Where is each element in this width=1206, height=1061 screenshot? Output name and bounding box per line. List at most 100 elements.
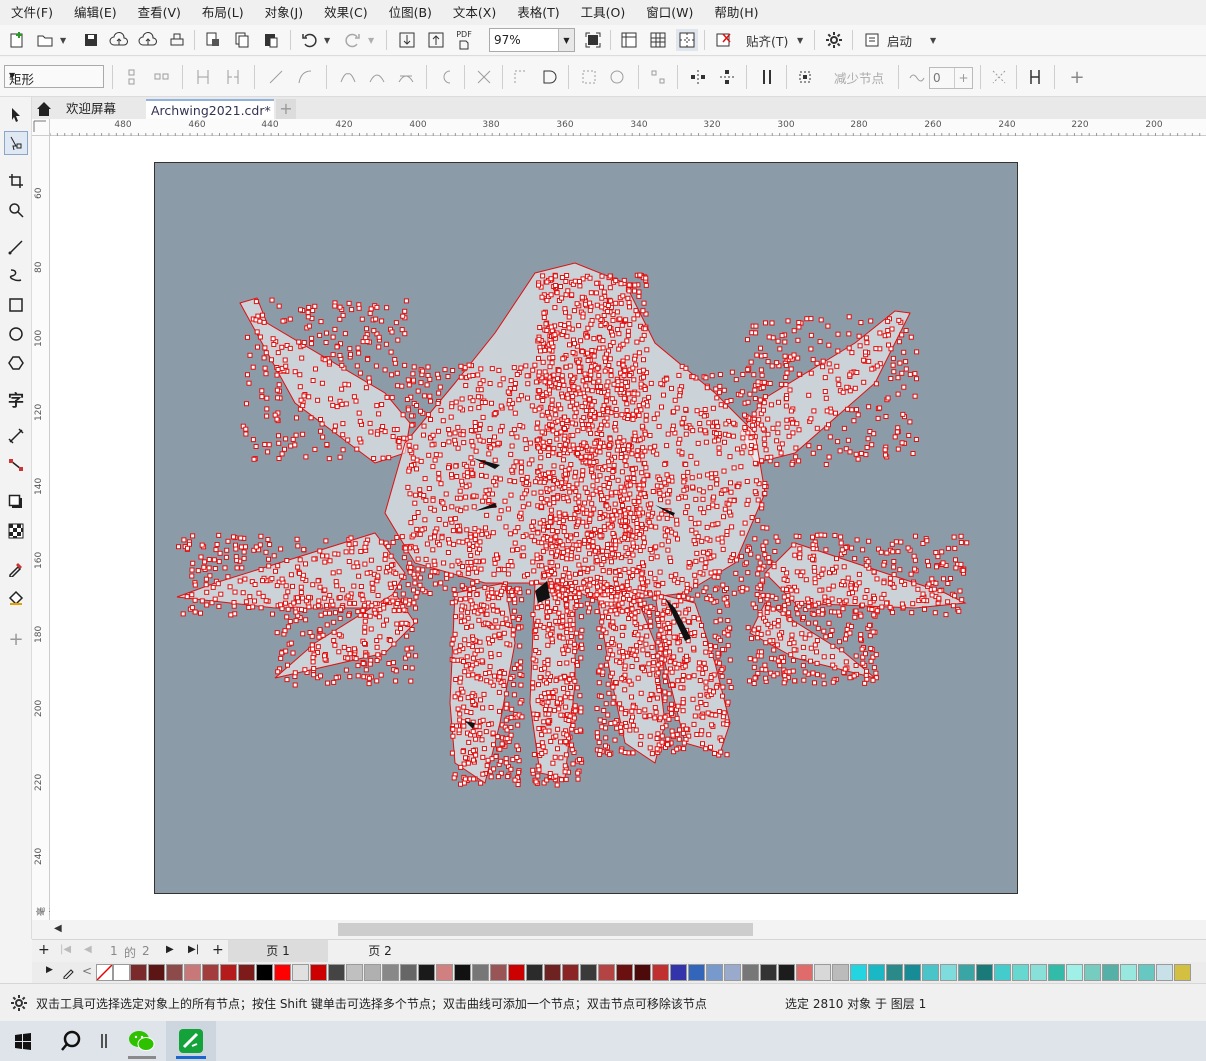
color-swatch[interactable] bbox=[1156, 964, 1173, 981]
color-swatch[interactable] bbox=[238, 964, 255, 981]
import-icon[interactable] bbox=[202, 29, 224, 51]
mirror-vertical-icon[interactable] bbox=[716, 66, 738, 88]
snap-chevron-down-icon[interactable]: ▼ bbox=[797, 36, 803, 45]
menu-layout[interactable]: 布局(L) bbox=[191, 0, 254, 25]
elastic-mode-icon[interactable] bbox=[756, 66, 778, 88]
transparency-tool-icon[interactable] bbox=[4, 519, 28, 543]
connector-tool-icon[interactable] bbox=[4, 453, 28, 477]
insert-page-before-icon[interactable]: + bbox=[38, 942, 50, 958]
ruler-origin-icon[interactable] bbox=[32, 119, 50, 136]
color-swatch[interactable] bbox=[670, 964, 687, 981]
horizontal-scrollbar[interactable]: ◀ bbox=[50, 920, 1206, 939]
extend-curve-icon[interactable] bbox=[473, 66, 495, 88]
polygon-tool-icon[interactable] bbox=[4, 351, 28, 375]
color-swatch[interactable] bbox=[760, 964, 777, 981]
color-swatch[interactable] bbox=[850, 964, 867, 981]
color-swatch[interactable] bbox=[688, 964, 705, 981]
color-swatch[interactable] bbox=[1102, 964, 1119, 981]
menu-bitmaps[interactable]: 位图(B) bbox=[378, 0, 442, 25]
join-nodes-icon[interactable] bbox=[192, 66, 214, 88]
artistic-media-tool-icon[interactable] bbox=[4, 263, 28, 287]
color-swatch[interactable] bbox=[814, 964, 831, 981]
horizontal-scroll-thumb[interactable] bbox=[338, 923, 753, 936]
color-swatch[interactable] bbox=[778, 964, 795, 981]
color-swatch[interactable] bbox=[598, 964, 615, 981]
save-icon[interactable] bbox=[80, 29, 102, 51]
tab-archwing-document[interactable]: Archwing2021.cdr* bbox=[146, 99, 274, 119]
gear-icon[interactable] bbox=[823, 29, 845, 51]
paste-icon[interactable] bbox=[260, 29, 282, 51]
add-node-icon[interactable] bbox=[121, 66, 143, 88]
previous-page-icon[interactable]: ◀ bbox=[84, 944, 92, 955]
color-swatch[interactable] bbox=[832, 964, 849, 981]
gear-icon[interactable] bbox=[10, 994, 28, 1015]
insert-page-after-icon[interactable]: + bbox=[212, 942, 224, 958]
color-swatch[interactable] bbox=[868, 964, 885, 981]
color-swatch[interactable] bbox=[1066, 964, 1083, 981]
color-swatch[interactable] bbox=[274, 964, 291, 981]
color-swatch[interactable] bbox=[382, 964, 399, 981]
windows-start-icon[interactable] bbox=[14, 1032, 32, 1053]
copy-icon[interactable] bbox=[231, 29, 253, 51]
rectangle-tool-icon[interactable] bbox=[4, 293, 28, 317]
redo-icon[interactable] bbox=[342, 29, 364, 51]
cloud-share-icon[interactable] bbox=[137, 29, 159, 51]
archwing-artwork[interactable] bbox=[155, 163, 1019, 895]
white-swatch[interactable] bbox=[113, 964, 130, 981]
chevron-down-icon[interactable]: ▼ bbox=[558, 29, 574, 51]
menu-tools[interactable]: 工具(O) bbox=[570, 0, 636, 25]
eyedropper-palette-icon[interactable] bbox=[62, 965, 76, 982]
color-swatch[interactable] bbox=[256, 964, 273, 981]
home-icon[interactable] bbox=[32, 99, 56, 119]
cloud-upload-icon[interactable] bbox=[108, 29, 130, 51]
symmetric-node-icon[interactable] bbox=[395, 66, 417, 88]
crop-tool-icon[interactable] bbox=[4, 169, 28, 193]
shape-tool-icon[interactable] bbox=[4, 131, 28, 155]
color-swatch[interactable] bbox=[562, 964, 579, 981]
color-swatch[interactable] bbox=[310, 964, 327, 981]
color-swatch[interactable] bbox=[166, 964, 183, 981]
no-color-swatch[interactable] bbox=[96, 964, 113, 981]
show-guidelines-icon[interactable] bbox=[676, 29, 698, 51]
color-swatch[interactable] bbox=[490, 964, 507, 981]
color-swatch[interactable] bbox=[202, 964, 219, 981]
next-page-icon[interactable]: ▶ bbox=[166, 944, 174, 955]
cusp-node-icon[interactable] bbox=[337, 66, 359, 88]
ellipse-tool-icon[interactable] bbox=[4, 322, 28, 346]
color-swatch[interactable] bbox=[940, 964, 957, 981]
drawing-canvas[interactable] bbox=[50, 136, 1206, 920]
color-swatch[interactable] bbox=[616, 964, 633, 981]
task-view-icon[interactable] bbox=[100, 1033, 108, 1052]
color-swatch[interactable] bbox=[994, 964, 1011, 981]
node-spread-icon[interactable] bbox=[1024, 66, 1046, 88]
menu-view[interactable]: 查看(V) bbox=[127, 0, 191, 25]
scroll-left-icon[interactable]: ◀ bbox=[54, 923, 62, 934]
add-property-button[interactable]: + bbox=[1066, 66, 1088, 88]
color-swatch[interactable] bbox=[148, 964, 165, 981]
color-swatch[interactable] bbox=[1012, 964, 1029, 981]
undo-dropdown-icon[interactable]: ▼ bbox=[324, 36, 330, 45]
color-swatch[interactable] bbox=[544, 964, 561, 981]
menu-table[interactable]: 表格(T) bbox=[506, 0, 569, 25]
redo-dropdown-icon[interactable]: ▼ bbox=[368, 36, 374, 45]
menu-window[interactable]: 窗口(W) bbox=[635, 0, 703, 25]
rotate-nodes-icon[interactable] bbox=[606, 66, 628, 88]
menu-effects[interactable]: 效果(C) bbox=[313, 0, 377, 25]
menu-object[interactable]: 对象(J) bbox=[254, 0, 313, 25]
menu-text[interactable]: 文本(X) bbox=[442, 0, 506, 25]
curve-smoothness-icon[interactable] bbox=[906, 66, 928, 88]
first-page-icon[interactable]: |◀ bbox=[60, 944, 71, 955]
color-swatch[interactable] bbox=[472, 964, 489, 981]
color-swatch[interactable] bbox=[292, 964, 309, 981]
horizontal-ruler[interactable]: 480 460 440 420 400 380 360 340 320 300 … bbox=[50, 119, 1206, 136]
import-arrow-icon[interactable] bbox=[396, 29, 418, 51]
color-swatch[interactable] bbox=[904, 964, 921, 981]
color-swatch[interactable] bbox=[454, 964, 471, 981]
color-swatch[interactable] bbox=[580, 964, 597, 981]
smoothness-slider-icon[interactable]: + bbox=[954, 68, 972, 88]
color-swatch[interactable] bbox=[706, 964, 723, 981]
open-dropdown-icon[interactable]: ▼ bbox=[60, 36, 66, 45]
stretch-nodes-icon[interactable] bbox=[578, 66, 600, 88]
snap-to-dropdown[interactable]: 贴齐(T) bbox=[746, 29, 788, 51]
smooth-node-icon[interactable] bbox=[366, 66, 388, 88]
